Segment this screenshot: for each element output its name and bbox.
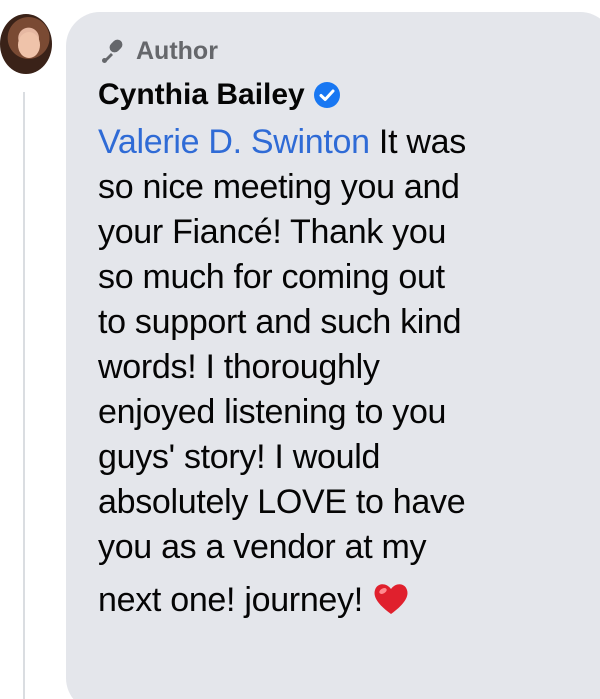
microphone-icon (102, 39, 123, 63)
comment-line: words! I thoroughly (98, 348, 380, 386)
comment-line: next one! journey! (98, 578, 598, 623)
comment-line: enjoyed listening to you (98, 393, 447, 431)
thread-line (23, 92, 25, 699)
comment-line: absolutely LOVE to have (98, 483, 466, 521)
red-heart-icon (374, 584, 408, 614)
commenter-name-row: Cynthia Bailey (98, 78, 341, 112)
comment-line: so nice meeting you and (98, 168, 460, 206)
verified-badge-icon (313, 82, 340, 108)
author-badge-label: Author (136, 36, 218, 65)
comment-text: Valerie D. Swinton It was so nice meetin… (98, 120, 598, 623)
comment-line: to support and such kind (98, 303, 462, 341)
comment-line: Valerie D. Swinton It was (98, 123, 466, 161)
author-badge: Author (98, 36, 218, 66)
mention-link[interactable]: Valerie D. Swinton (98, 123, 370, 161)
comment-line: your Fiancé! Thank you (98, 213, 447, 251)
commenter-name[interactable]: Cynthia Bailey (98, 78, 305, 112)
comment-line: you as a vendor at my (98, 528, 427, 566)
avatar[interactable] (0, 14, 52, 74)
comment-line: so much for coming out (98, 258, 445, 296)
comment-line: guys' story! I would (98, 438, 381, 476)
